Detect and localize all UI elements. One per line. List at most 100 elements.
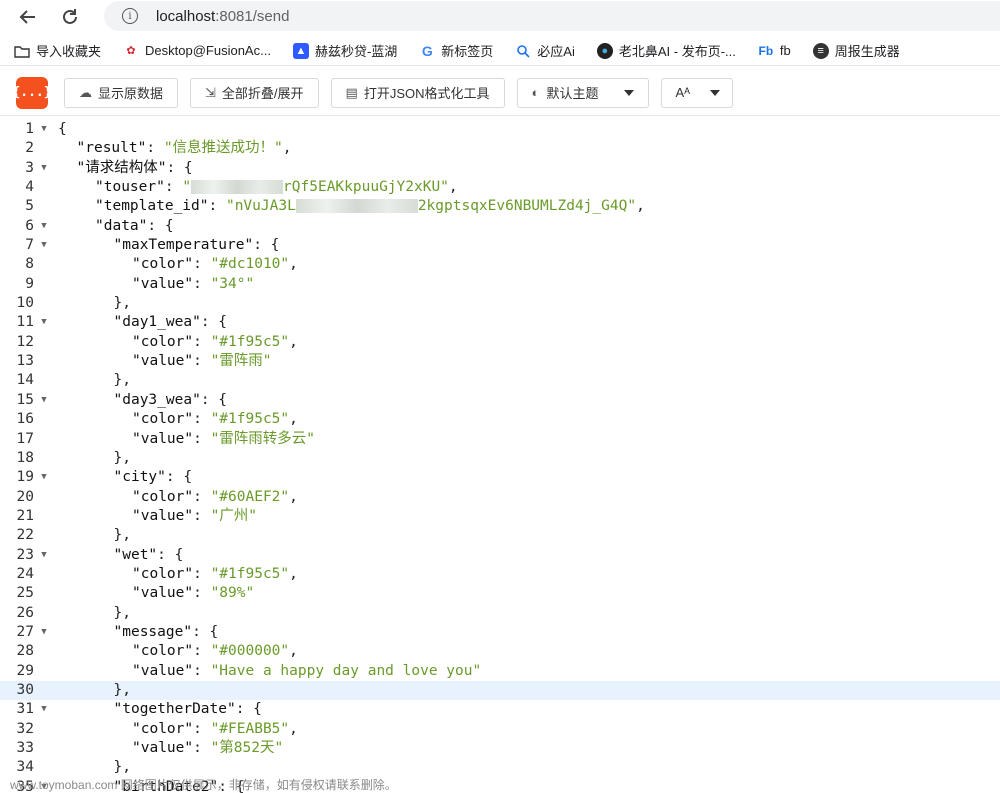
code-text: },	[54, 371, 131, 390]
code-text: "color": "#1f95c5",	[54, 333, 298, 352]
bookmark-bing-ai[interactable]: 必应Ai	[515, 41, 575, 60]
code-text: "color": "#1f95c5",	[54, 410, 298, 429]
bookmark-label: Desktop@FusionAc...	[145, 43, 271, 58]
json-key: "color"	[132, 565, 194, 582]
show-raw-button[interactable]: ☁ 显示原数据	[64, 77, 179, 108]
chevron-down-icon	[710, 89, 721, 96]
palette-icon: ◐	[531, 85, 540, 100]
code-line: 15 ▼ "day3_wea": {	[0, 391, 1000, 410]
bookmarks-bar: 导入收藏夹 ✿ Desktop@FusionAc... ▲ 赫兹秒贷-蓝湖 G …	[0, 36, 1000, 66]
cloud-icon: ☁	[79, 84, 92, 100]
address-bar[interactable]: i localhost:8081/send	[104, 1, 1000, 31]
code-text: "value": "34°"	[54, 275, 254, 294]
fold-toggle-icon[interactable]: ▼	[34, 546, 54, 565]
fold-toggle-icon[interactable]: ▼	[34, 313, 54, 332]
theme-select[interactable]: ◐ 默认主题	[516, 77, 649, 108]
fold-toggle-icon[interactable]: ▼	[34, 217, 54, 236]
json-string-value: "Have a happy day and love you"	[210, 662, 482, 679]
json-string-value: "#1f95c5"	[210, 565, 290, 582]
search-icon	[515, 43, 531, 59]
json-punctuation: {	[58, 121, 67, 137]
folder-icon	[14, 43, 30, 59]
code-line: 28 "color": "#000000",	[0, 642, 1000, 661]
code-text: "value": "第852天"	[54, 739, 283, 758]
json-editor[interactable]: 1 ▼{2 "result": "信息推送成功！", 3 ▼ "请求结构体": {4 "to…	[0, 120, 1000, 793]
bookmark-lanhu[interactable]: ▲ 赫兹秒贷-蓝湖	[292, 41, 397, 60]
line-number: 16	[16, 411, 34, 428]
code-text: "day1_wea": {	[54, 313, 228, 332]
bookmark-weekly-report[interactable]: ≡ 周报生成器	[812, 41, 900, 60]
line-number: 9	[25, 275, 34, 292]
line-number: 3	[25, 159, 34, 176]
json-string-value: "#FEABB5"	[210, 720, 290, 737]
bookmark-import[interactable]: 导入收藏夹	[14, 41, 101, 60]
json-string-value: "#1f95c5"	[210, 333, 290, 350]
bookmark-fb[interactable]: Fb fb	[758, 43, 791, 59]
line-number: 8	[25, 256, 34, 273]
line-number: 1	[25, 121, 34, 137]
fold-toggle-icon[interactable]: ▼	[34, 236, 54, 255]
code-line: 8 "color": "#dc1010",	[0, 255, 1000, 274]
bookmark-desktop-fusion[interactable]: ✿ Desktop@FusionAc...	[123, 43, 271, 59]
code-text: {	[54, 120, 67, 139]
line-number: 19	[16, 469, 34, 486]
fold-toggle-icon[interactable]: ▼	[34, 391, 54, 410]
code-text: "togetherDate": {	[54, 700, 262, 719]
json-punctuation: : {	[200, 314, 228, 331]
json-punctuation: :	[193, 430, 211, 447]
json-punctuation: :	[193, 662, 211, 679]
json-string-value: "	[182, 179, 192, 196]
font-size-select[interactable]: Aᴬ	[660, 77, 733, 108]
json-key: "value"	[132, 275, 194, 292]
url-path: :8081/send	[215, 7, 290, 25]
code-line: 11 ▼ "day1_wea": {	[0, 313, 1000, 332]
redacted-text	[191, 180, 284, 195]
line-number: 4	[25, 179, 34, 196]
json-key: "value"	[132, 507, 194, 524]
json-punctuation: : {	[235, 701, 262, 718]
reload-button[interactable]	[56, 3, 84, 31]
code-line: 30},	[0, 680, 1000, 701]
json-punctuation: : {	[192, 623, 219, 640]
json-key: "value"	[132, 430, 194, 447]
fold-toggle-icon[interactable]: ▼	[34, 120, 54, 139]
fold-all-button[interactable]: ⇲ 全部折叠/展开	[190, 77, 319, 108]
code-text: "result": "信息推送成功！",	[54, 139, 292, 158]
bookmark-newtab[interactable]: G 新标签页	[419, 41, 493, 60]
json-viewer-logo: {...}	[12, 76, 52, 109]
bookmark-label: 导入收藏夹	[36, 44, 102, 59]
json-key: "message"	[113, 623, 193, 640]
redacted-text	[295, 199, 418, 214]
json-punctuation: :	[193, 333, 211, 350]
open-json-tool-button[interactable]: ▤ 打开JSON格式化工具	[330, 77, 505, 108]
code-line: 26},	[0, 604, 1000, 623]
json-key: "color"	[132, 256, 194, 273]
code-text: "color": "#60AEF2",	[54, 488, 298, 507]
code-line: 7 ▼ "maxTemperature": {	[0, 236, 1000, 255]
back-button[interactable]	[14, 3, 42, 31]
code-line: 21 "value": "广州"	[0, 507, 1000, 526]
bookmark-label: 周报生成器	[834, 44, 900, 59]
watermark-text: www.toymoban.com 网络图片仅供展示，非存储，如有侵权请联系删除。	[10, 778, 397, 792]
code-line: 6 ▼ "data": {	[0, 217, 1000, 236]
fold-toggle-icon[interactable]: ▼	[34, 623, 54, 642]
fold-toggle-icon[interactable]: ▼	[34, 700, 54, 719]
code-line: 14},	[0, 371, 1000, 390]
code-text: },	[54, 526, 131, 545]
bookmark-laobeibi-ai[interactable]: ● 老北鼻AI - 发布页-...	[596, 41, 736, 60]
json-key: "color"	[132, 333, 194, 350]
info-icon[interactable]: i	[122, 8, 138, 24]
json-key: "value"	[132, 353, 194, 370]
json-punctuation: : {	[165, 469, 193, 486]
fold-toggle-icon[interactable]: ▼	[34, 159, 54, 178]
fold-toggle-icon[interactable]: ▼	[34, 468, 54, 487]
json-key: "wet"	[113, 546, 158, 563]
code-line: 2 "result": "信息推送成功！",	[0, 139, 1000, 158]
json-punctuation: :	[193, 411, 211, 428]
line-number: 25	[16, 585, 34, 602]
